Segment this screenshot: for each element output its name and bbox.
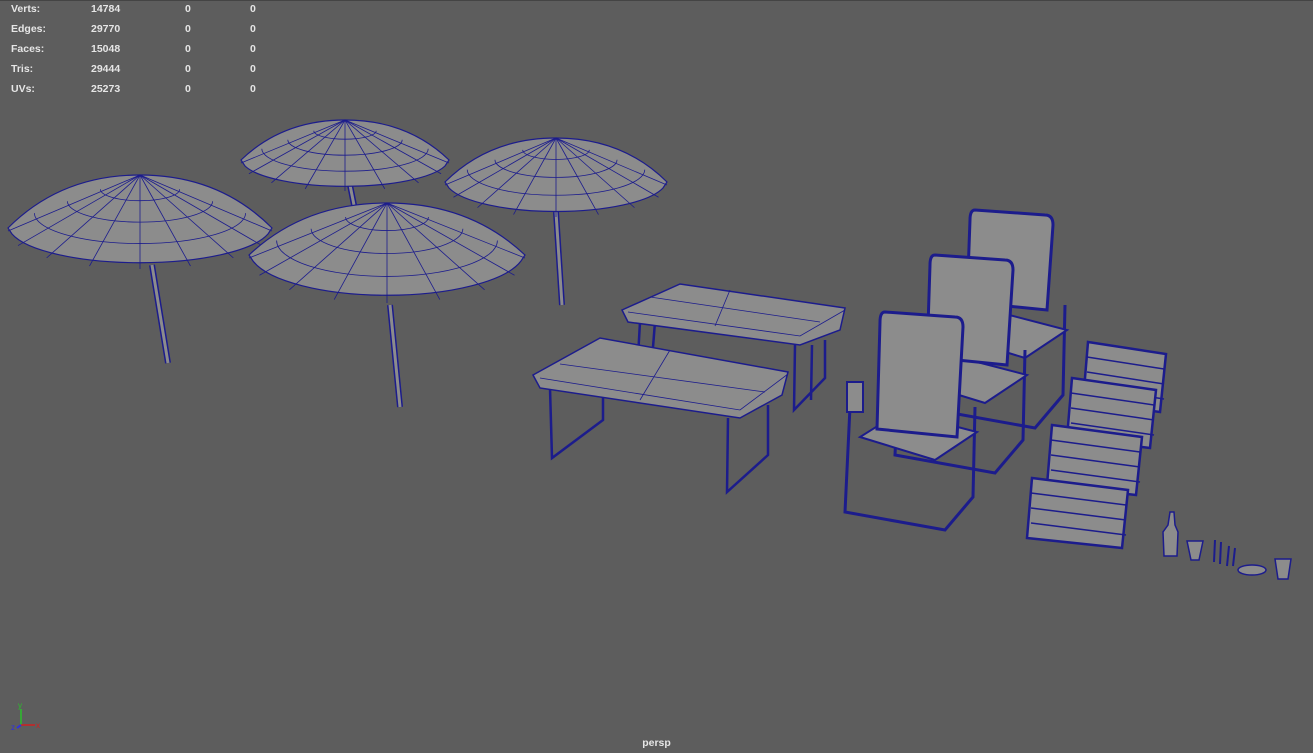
small-props[interactable] — [1162, 511, 1292, 580]
umbrella — [7, 174, 273, 364]
glass — [1274, 558, 1292, 580]
cup — [1186, 540, 1204, 561]
axis-z-label: z — [11, 723, 15, 732]
chair-back — [875, 310, 965, 439]
camera-name-label: persp — [642, 737, 671, 749]
axis-z-line — [16, 724, 22, 729]
axis-x-label: x — [36, 721, 40, 730]
umbrella-pole — [388, 304, 402, 408]
chair-armrest — [846, 381, 864, 413]
axis-gizmo: y x z — [11, 701, 40, 732]
axis-y-label: y — [18, 701, 22, 710]
umbrella — [240, 119, 450, 206]
bottle — [1162, 511, 1179, 557]
umbrella — [248, 202, 526, 408]
chair — [843, 310, 980, 532]
lounger — [1025, 476, 1130, 550]
umbrella-pole — [150, 264, 170, 364]
plate — [1237, 564, 1267, 576]
table-top — [620, 283, 846, 346]
cutlery — [1213, 539, 1236, 567]
loungers-group[interactable] — [1025, 340, 1168, 550]
lounger-frame — [1025, 476, 1130, 550]
table-front[interactable] — [531, 337, 789, 495]
viewport-scene[interactable] — [0, 0, 1313, 753]
